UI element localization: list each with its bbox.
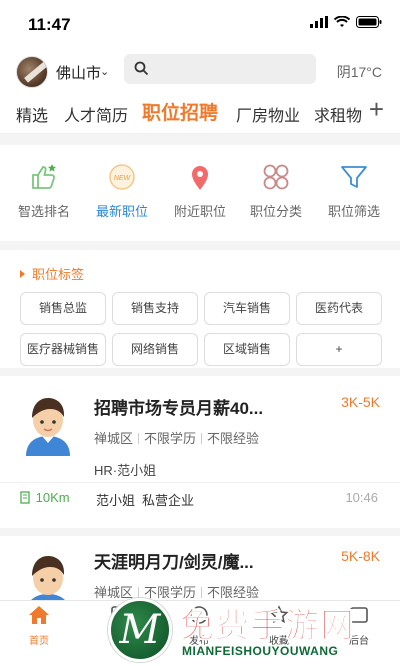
watermark-title: 免费手游网 [180, 607, 355, 646]
quick-nav-category[interactable]: 职位分类 [236, 161, 316, 220]
chevron-down-icon[interactable]: ⌄ [100, 65, 109, 78]
search-input[interactable] [124, 54, 316, 84]
tag-online-sales[interactable]: 网络销售 [112, 333, 198, 366]
job-district: 禅城区 [94, 431, 134, 446]
add-tab-button[interactable]: + [369, 94, 384, 125]
svg-text:NEW: NEW [114, 175, 132, 182]
status-icons [310, 16, 382, 28]
add-tag-button[interactable]: + [296, 333, 382, 366]
job-salary: 3K-5K [341, 394, 380, 410]
job-title: 天涯明月刀/剑灵/魔... [94, 553, 254, 572]
new-badge-icon: NEW [109, 164, 135, 190]
watermark-logo-letter: M [119, 607, 161, 653]
quick-nav-latest[interactable]: NEW 最新职位 [82, 161, 162, 220]
quick-nav-label: 附近职位 [173, 204, 226, 219]
tag-medical-device-sales[interactable]: 医疗器械销售 [20, 333, 106, 366]
location-pin-icon [192, 166, 208, 190]
job-distance: 10Km [20, 490, 70, 505]
job-posted-time: 10:46 [345, 490, 378, 505]
wifi-icon [334, 16, 350, 27]
job-company-type: 私营企业 [142, 493, 195, 508]
nav-label: 首页 [29, 636, 49, 647]
divider [0, 482, 400, 483]
home-icon [29, 606, 49, 624]
job-education: 不限学历 [144, 431, 197, 446]
tab-resumes[interactable]: 人才简历 [64, 102, 128, 126]
watermark: M 免费手游网 MIANFEISHOUYOUWANG [108, 596, 398, 666]
watermark-subtitle: MIANFEISHOUYOUWANG [182, 644, 339, 658]
tag-pharma-rep[interactable]: 医药代表 [296, 292, 382, 325]
quick-nav-ranking[interactable]: 智选排名 [4, 161, 84, 220]
quick-nav-filter[interactable]: 职位筛选 [314, 161, 394, 220]
quick-nav: 智选排名 NEW 最新职位 附近职位 职位分类 职位筛选 [0, 145, 400, 241]
header-bar: 佛山市 ⌄ 阴17°C [0, 48, 400, 90]
job-hr: HR·范小姐 [94, 463, 157, 478]
battery-icon [356, 16, 382, 28]
tag-car-sales[interactable]: 汽车销售 [204, 292, 290, 325]
job-requirements: 禅城区 不限学历 不限经验 [94, 428, 259, 447]
quick-nav-label: 智选排名 [17, 204, 70, 219]
thumbs-up-icon [32, 164, 56, 189]
job-title: 招聘市场专员月薪40... [94, 399, 264, 418]
weather-label: 阴17°C [336, 64, 382, 80]
tags-title: 职位标签 [20, 264, 84, 283]
user-avatar[interactable] [16, 56, 48, 88]
distance-value: 10Km [35, 490, 70, 505]
job-salary: 5K-8K [341, 548, 380, 564]
tab-jobs[interactable]: 职位招聘 [142, 98, 218, 125]
filter-icon [341, 166, 367, 188]
quick-nav-label: 职位筛选 [327, 204, 380, 219]
tab-featured[interactable]: 精选 [16, 102, 48, 126]
job-card[interactable]: 天涯明月刀/剑灵/魔... 5K-8K 禅城区 不限学历 不限经验 [0, 536, 400, 614]
recruiter-avatar [26, 398, 70, 456]
search-icon [134, 61, 149, 76]
tab-rental[interactable]: 求租物 [314, 102, 362, 126]
watermark-logo: M [108, 598, 172, 662]
quick-nav-label: 最新职位 [95, 204, 148, 219]
quick-nav-label: 职位分类 [249, 204, 302, 219]
city-selector[interactable]: 佛山市 [56, 62, 101, 83]
tag-sales-director[interactable]: 销售总监 [20, 292, 106, 325]
building-icon [20, 491, 30, 504]
job-tags-panel: 职位标签 销售总监 销售支持 汽车销售 医药代表 医疗器械销售 网络销售 区域销… [0, 250, 400, 368]
status-bar: 11:47 [0, 0, 400, 48]
nav-home[interactable]: 首页 [14, 605, 64, 647]
category-icon [263, 164, 289, 190]
tag-sales-support[interactable]: 销售支持 [112, 292, 198, 325]
job-experience: 不限经验 [207, 431, 260, 446]
tab-property[interactable]: 厂房物业 [236, 102, 300, 126]
job-contact: 范小姐 [96, 493, 136, 508]
category-tabs: 精选 人才简历 职位招聘 厂房物业 求租物 + [0, 90, 400, 134]
tag-regional-sales[interactable]: 区域销售 [204, 333, 290, 366]
job-card[interactable]: 招聘市场专员月薪40... 3K-5K 禅城区 不限学历 不限经验 HR·范小姐 1… [0, 376, 400, 528]
signal-icon [310, 16, 328, 28]
quick-nav-nearby[interactable]: 附近职位 [160, 161, 240, 220]
status-time: 11:47 [28, 15, 71, 34]
